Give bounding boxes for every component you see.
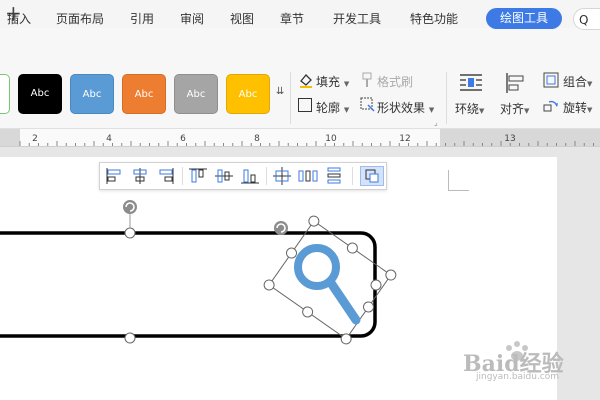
menu-references[interactable]: 引用 <box>130 10 154 27</box>
shape-style-partial[interactable] <box>0 74 10 114</box>
ruler-label: 8 <box>254 134 260 144</box>
ruler-label: 4 <box>106 134 112 144</box>
format-painter-button[interactable]: 格式刷 <box>377 73 413 90</box>
shape-style-blue[interactable]: Abc <box>70 74 114 114</box>
align-center-icon[interactable] <box>128 166 152 186</box>
ruler-label: 6 <box>180 134 186 144</box>
outline-label: 轮廓 <box>316 101 341 115</box>
menu-chapter[interactable]: 章节 <box>280 10 304 27</box>
menu-page-layout[interactable]: 页面布局 <box>56 10 104 27</box>
shape-effects-icon <box>360 97 375 113</box>
toolbar-divider <box>182 167 183 185</box>
wrap-button[interactable]: 环绕▼ <box>455 100 484 117</box>
shape-effects-label: 形状效果 <box>377 101 426 115</box>
align-toolbar <box>99 162 387 190</box>
style-label: Abc <box>82 89 102 100</box>
rect-selection-handles[interactable] <box>124 227 382 344</box>
search-icon: Q <box>579 13 589 27</box>
search-button[interactable]: Q <box>573 8 600 30</box>
ruler-label: 10 <box>325 134 337 144</box>
fill-label: 填充 <box>316 75 341 89</box>
distribute-horizontal-icon[interactable] <box>296 166 320 186</box>
align-right-icon[interactable] <box>154 166 178 186</box>
shape-style-gray[interactable]: Abc <box>174 74 218 114</box>
outline-icon <box>298 98 312 112</box>
toolbar-divider <box>266 167 267 185</box>
wrap-icon <box>459 72 483 94</box>
ruler-label: 12 <box>399 134 410 144</box>
shape-style-orange[interactable]: Abc <box>122 74 166 114</box>
align-icon <box>505 72 527 94</box>
rotate-label: 旋转 <box>563 101 588 115</box>
select-objects-icon[interactable] <box>360 166 384 186</box>
align-center-both-icon[interactable] <box>270 166 294 186</box>
shapes-layer <box>0 200 397 345</box>
ribbon-divider <box>290 72 291 124</box>
toolbar-divider <box>352 167 353 185</box>
menu-developer[interactable]: 开发工具 <box>333 10 381 27</box>
shape-style-gold[interactable]: Abc <box>226 74 270 114</box>
align-label: 对齐 <box>500 102 525 116</box>
dialog-launcher-icon[interactable]: ⌟ <box>434 118 438 127</box>
align-left-icon[interactable] <box>102 166 126 186</box>
menu-view[interactable]: 视图 <box>230 10 254 27</box>
ruler-label: 13 <box>504 134 515 144</box>
shape-effects-button[interactable]: 形状效果 ▼ <box>377 99 434 116</box>
wrap-label: 环绕 <box>455 102 480 116</box>
group-label: 组合 <box>563 75 588 89</box>
outline-button[interactable]: 轮廓 ▼ <box>316 99 349 116</box>
tab-drawing-tools[interactable]: 绘图工具 <box>486 8 562 29</box>
distribute-vertical-icon[interactable] <box>322 166 346 186</box>
align-bottom-icon[interactable] <box>238 166 262 186</box>
magnifier-rotate-icon[interactable] <box>274 221 288 235</box>
ruler-label: 2 <box>32 134 38 144</box>
style-gallery-more-icon[interactable]: ⇊ <box>276 86 284 97</box>
fill-button[interactable]: 填充 ▼ <box>316 73 349 90</box>
page-margin-corner <box>448 170 469 191</box>
horizontal-ruler: 2 4 6 8 10 12 13 <box>0 129 600 147</box>
style-label: Abc <box>186 89 206 100</box>
align-button[interactable]: 对齐▼ <box>500 100 529 117</box>
menu-special[interactable]: 特色功能 <box>410 10 458 27</box>
align-middle-icon[interactable] <box>212 166 236 186</box>
menu-insert[interactable]: 插入 <box>7 10 31 27</box>
menu-review[interactable]: 审阅 <box>180 10 204 27</box>
rotate-icon <box>543 97 559 113</box>
rotate-button[interactable]: 旋转▼ <box>563 99 592 116</box>
rotate-handle-icon[interactable] <box>123 200 137 214</box>
style-label: Abc <box>30 88 50 99</box>
group-button[interactable]: 组合▼ <box>563 73 592 90</box>
format-painter-icon <box>360 72 374 88</box>
fill-icon <box>298 72 314 88</box>
align-top-icon[interactable] <box>186 166 210 186</box>
style-label: Abc <box>134 89 154 100</box>
menu-bar <box>0 28 600 67</box>
watermark-url: jingyan.baidu.com <box>476 372 560 382</box>
style-label: Abc <box>238 89 258 100</box>
group-icon <box>543 72 559 88</box>
ribbon-divider <box>446 72 447 124</box>
shape-style-black[interactable]: Abc <box>18 74 62 114</box>
